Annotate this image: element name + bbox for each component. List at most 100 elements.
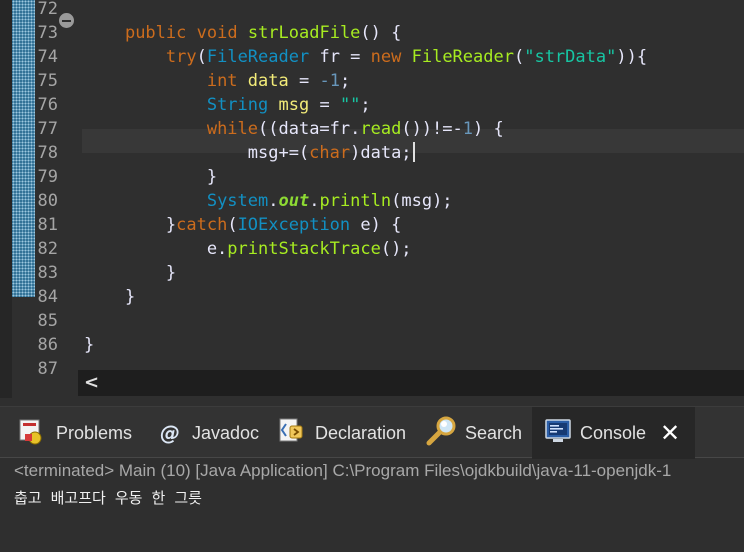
code-editor[interactable]: 72 73 74 75 76 77 78 79 80 81 82 83 84 85 86 87 public … (0, 0, 744, 398)
code-line[interactable]: while((data=fr.read())!=-1) { (84, 117, 504, 141)
code-token: "strData" (524, 47, 617, 67)
code-line[interactable]: System.out.println(msg); (84, 189, 453, 213)
tab-label: Javadoc (192, 422, 260, 443)
sash[interactable] (0, 398, 744, 406)
line-number: 82 (37, 239, 58, 259)
code-token: new (370, 47, 402, 67)
line-number: 75 (37, 71, 58, 91)
code-token: e) { (350, 215, 402, 235)
code-token: (); (380, 239, 412, 259)
code-token: int (206, 71, 238, 91)
line-number: 80 (37, 191, 58, 211)
code-token: ( (513, 47, 525, 67)
line-number: 77 (37, 119, 58, 139)
code-token: System (206, 191, 269, 211)
line-number: 78 (37, 143, 58, 163)
code-token: (msg); (391, 191, 453, 211)
tab-javadoc[interactable]: @ Javadoc (160, 407, 259, 459)
problems-icon (18, 416, 48, 451)
tab-label: Console (580, 422, 647, 443)
line-number-gutter: 72 73 74 75 76 77 78 79 80 81 82 83 84 85 86 87 (12, 0, 78, 398)
code-line[interactable]: msg+=(char)data; (84, 141, 415, 165)
code-line[interactable]: } (84, 261, 176, 285)
console-icon (544, 417, 572, 450)
code-token: } (84, 263, 177, 283)
bottom-panel-tabbar: Problems @ Javadoc Declaration Search Co… (0, 406, 744, 459)
tab-console[interactable]: Console ✕ (532, 407, 695, 459)
tab-declaration[interactable]: Declaration (277, 407, 406, 459)
tab-problems[interactable]: Problems (18, 407, 132, 459)
code-line[interactable]: String msg = ""; (84, 93, 371, 117)
code-token: msg+=( (84, 143, 310, 163)
code-line[interactable]: try(FileReader fr = new FileReader("strD… (84, 45, 647, 69)
code-token: msg (278, 95, 310, 115)
close-icon[interactable]: ✕ (660, 421, 680, 445)
code-token: "" (339, 95, 361, 115)
code-token: String (206, 95, 269, 115)
code-token: public (124, 23, 187, 43)
code-token: } (84, 335, 95, 355)
code-token: e. (84, 239, 228, 259)
line-number: 81 (37, 215, 58, 235)
code-token: FileReader (411, 47, 514, 67)
code-token: ( (227, 215, 238, 235)
code-line[interactable]: int data = -1; (84, 69, 350, 93)
search-icon (425, 415, 457, 452)
code-token: println (319, 191, 392, 211)
code-line[interactable]: } (84, 333, 94, 357)
console-output[interactable]: 춥고 배고프다 우동 한 그릇 (14, 487, 202, 508)
code-token: } (84, 167, 218, 187)
code-token: ; (360, 95, 371, 115)
code-token: char (309, 143, 351, 163)
console-status: <terminated> Main (10) [Java Application… (14, 461, 672, 480)
horizontal-scrollbar[interactable]: < (78, 370, 744, 396)
code-token: try (165, 47, 197, 67)
code-token: IOException (237, 215, 351, 235)
text-caret (412, 142, 415, 162)
code-token: . (309, 191, 320, 211)
code-token: . (268, 191, 279, 211)
tab-label: Declaration (315, 422, 407, 443)
code-token: ((data=fr. (258, 119, 361, 139)
code-token: ())!=- (401, 119, 463, 139)
code-token: } (84, 287, 136, 307)
code-token: ; (339, 71, 351, 91)
code-token: out (278, 191, 310, 211)
code-line[interactable]: public void strLoadFile() { (84, 21, 401, 45)
tab-search[interactable]: Search (425, 407, 522, 459)
code-line[interactable]: } (84, 165, 217, 189)
code-token: = (309, 95, 340, 115)
code-token: -1 (319, 71, 340, 91)
code-token: void (196, 23, 238, 43)
scroll-left-icon[interactable]: < (84, 372, 99, 393)
code-token: )data; (350, 143, 412, 163)
javadoc-icon: @ (160, 421, 180, 445)
code-line[interactable]: e.printStackTrace(); (84, 237, 412, 261)
code-token: while (206, 119, 259, 139)
tab-label: Problems (56, 422, 133, 443)
line-number: 72 (37, 0, 58, 19)
collapse-icon[interactable] (59, 13, 74, 28)
code-token: 1 (462, 119, 473, 139)
code-token: data (247, 71, 289, 91)
code-line[interactable]: } (84, 285, 135, 309)
line-number: 84 (37, 287, 58, 307)
code-token: )){ (616, 47, 648, 67)
line-number: 85 (37, 311, 58, 331)
line-number: 76 (37, 95, 58, 115)
code-token: () { (360, 23, 402, 43)
code-line[interactable]: }catch(IOException e) { (84, 213, 401, 237)
line-number: 87 (37, 359, 58, 379)
code-token: strLoadFile (247, 23, 361, 43)
